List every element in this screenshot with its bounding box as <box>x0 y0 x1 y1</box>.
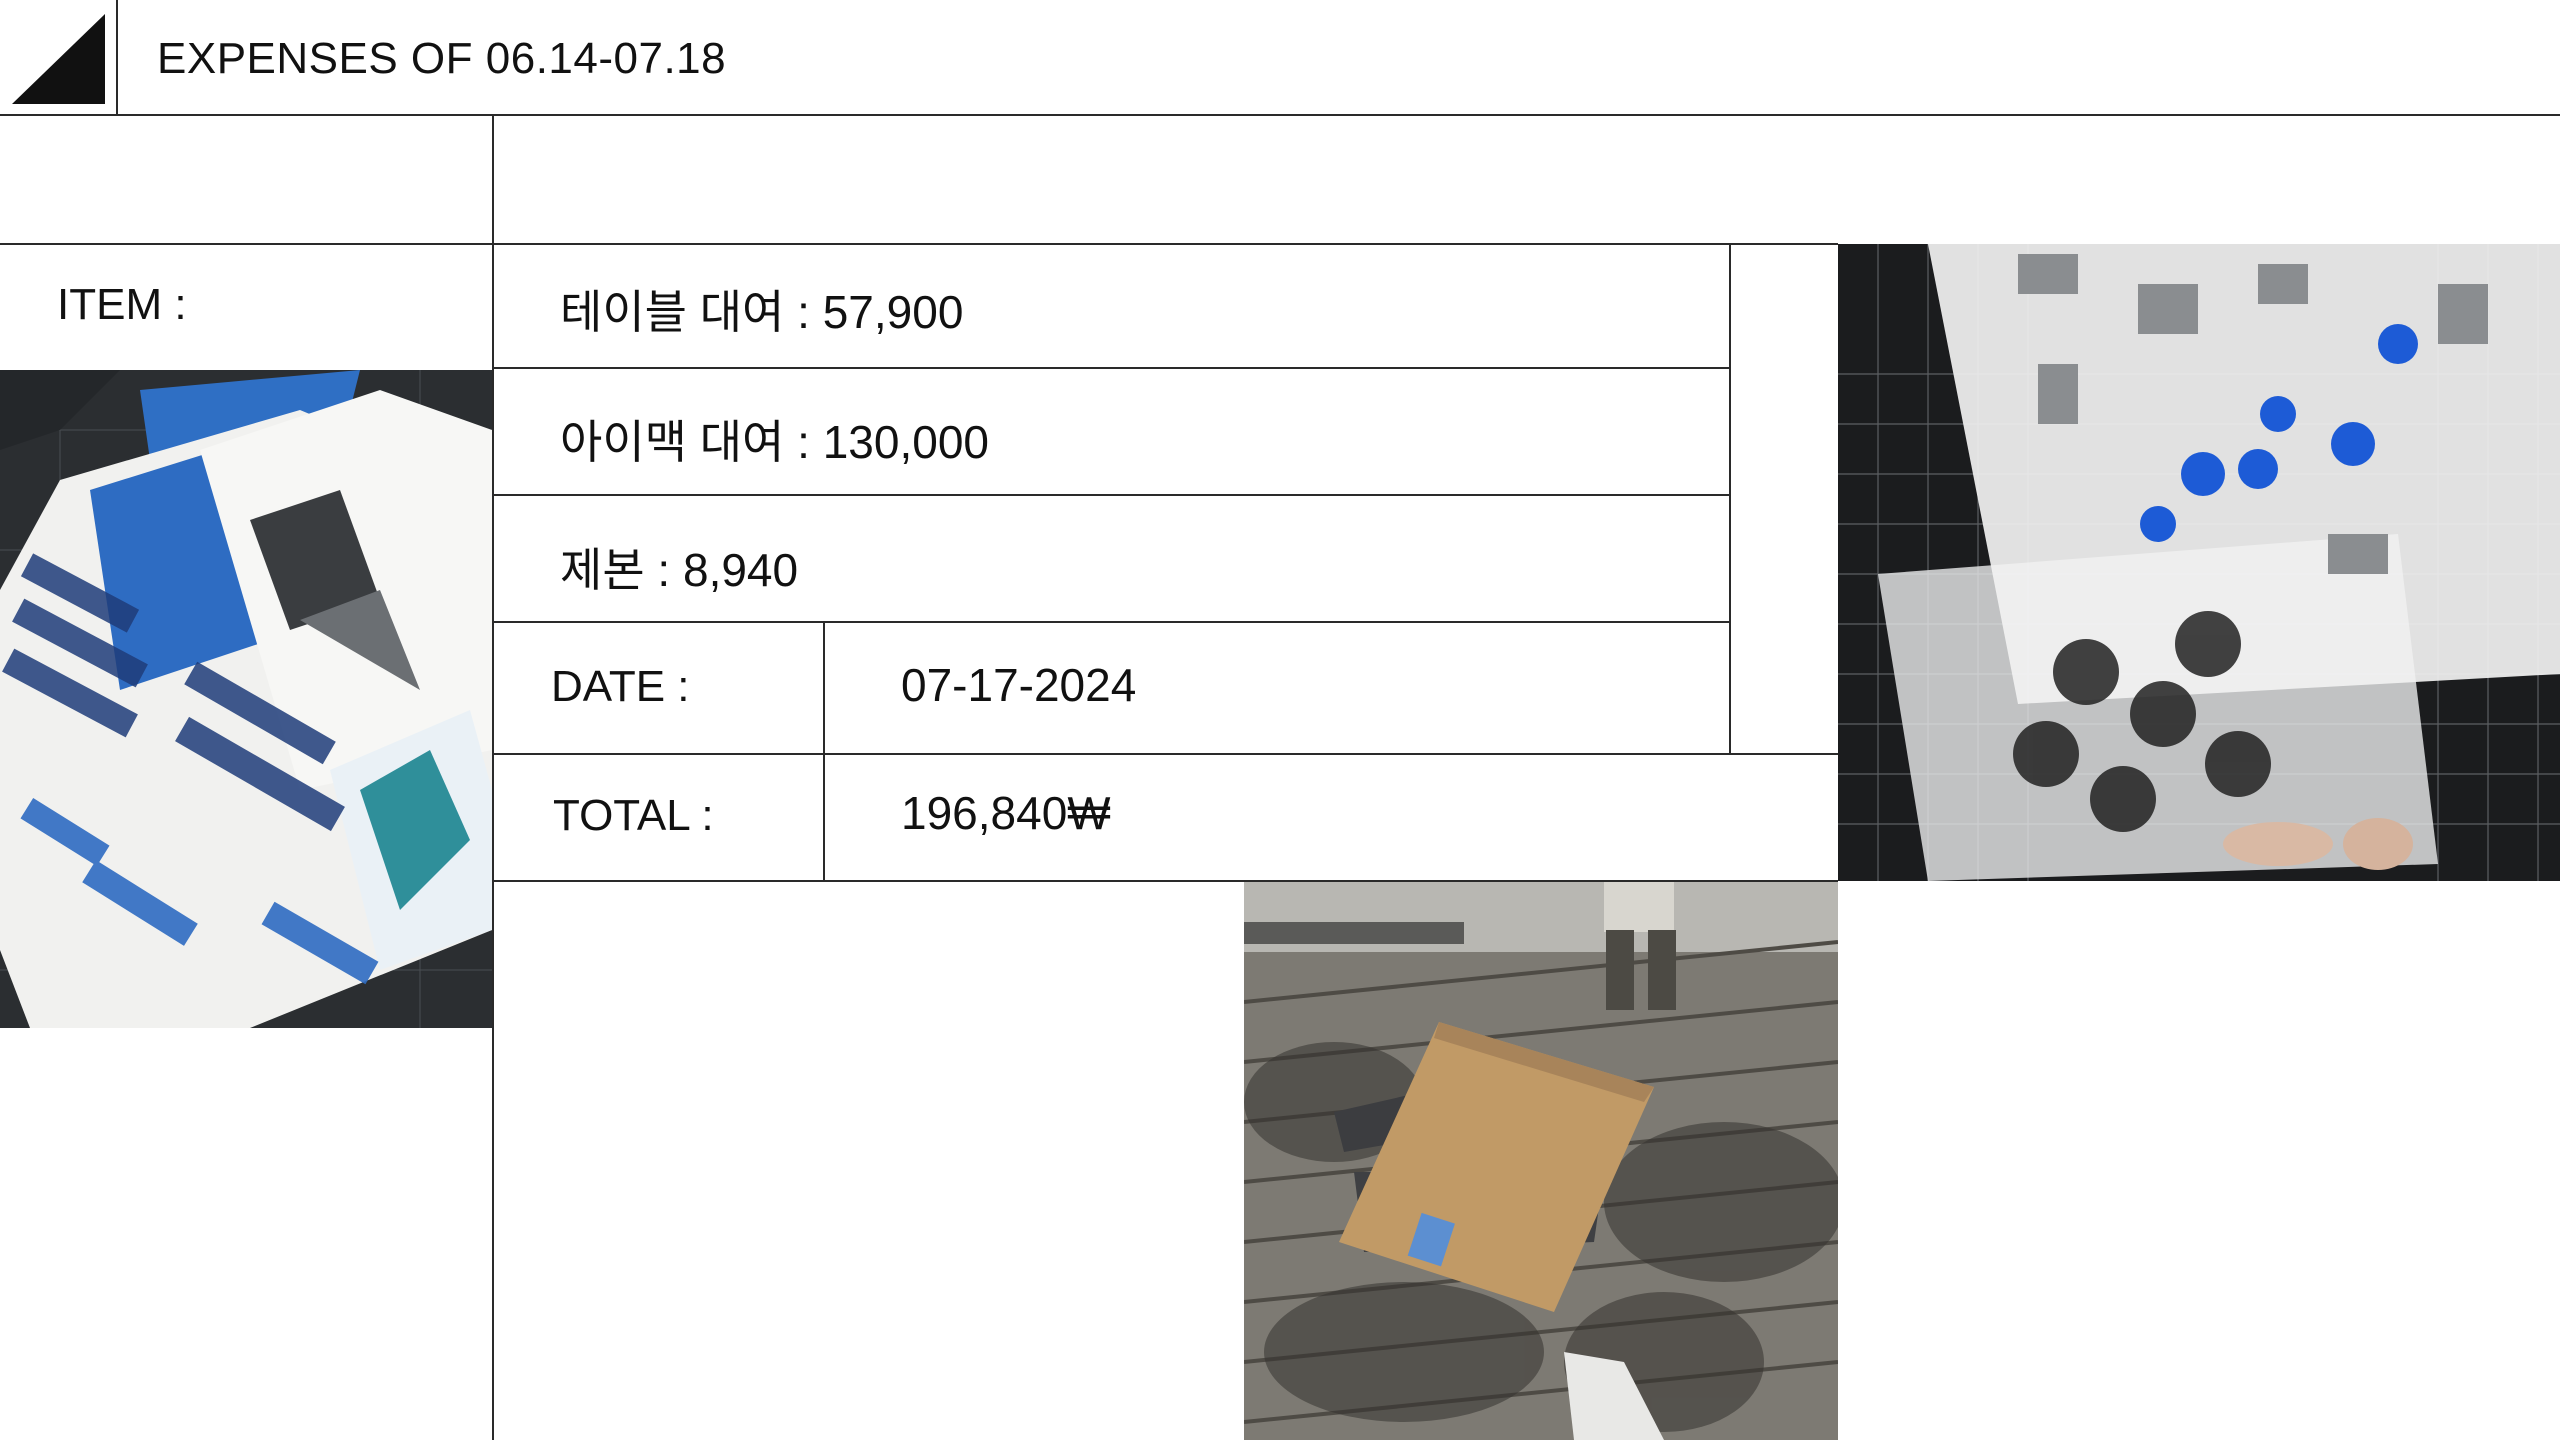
total-label: TOTAL : <box>553 791 714 840</box>
item-row1-rule <box>492 367 1730 369</box>
item-label: ITEM : <box>57 280 187 329</box>
date-bottom-rule <box>492 753 1838 755</box>
header-divider <box>116 0 118 115</box>
item-row3-rule <box>492 621 1730 623</box>
header-bottom-rule <box>0 114 2560 116</box>
left-column-rule <box>492 115 494 1440</box>
imac-box-photo <box>1244 882 1838 1440</box>
date-value: 07-17-2024 <box>901 659 1137 711</box>
item-entry-imac-rental: 아이맥 대여 : 130,000 <box>560 416 989 468</box>
posters-photo <box>0 370 492 1028</box>
item-entry-table-rental: 테이블 대여 : 57,900 <box>560 286 964 338</box>
date-label: DATE : <box>551 662 690 711</box>
item-top-rule <box>0 243 1838 245</box>
transparency-sheets-photo <box>1838 244 2560 881</box>
table-right-rule <box>1729 243 1731 754</box>
corner-triangle-logo <box>12 14 105 104</box>
total-value: 196,840₩ <box>901 787 1111 839</box>
label-value-divider <box>823 621 825 881</box>
item-row2-rule <box>492 494 1730 496</box>
item-entry-binding: 제본 : 8,940 <box>560 544 799 596</box>
page-title: EXPENSES OF 06.14-07.18 <box>157 34 727 83</box>
